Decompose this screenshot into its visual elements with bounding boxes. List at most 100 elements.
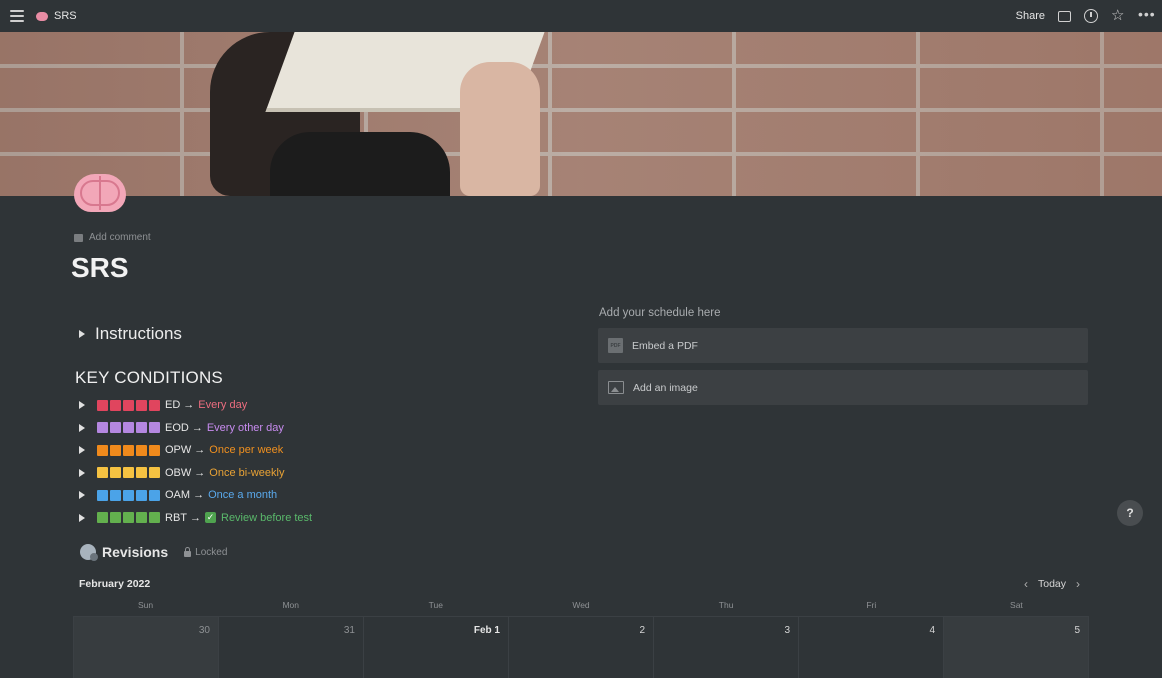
condition-item[interactable]: ED → Every day (79, 394, 312, 417)
condition-code: OBW (165, 466, 192, 479)
more-icon[interactable]: ••• (1138, 7, 1155, 23)
condition-description: Once bi-weekly (209, 466, 285, 479)
toggle-arrow-icon[interactable] (79, 446, 85, 455)
condition-code: OPW (165, 444, 192, 457)
toggle-arrow-icon[interactable] (79, 423, 85, 432)
arrow-right-icon: → (194, 444, 206, 457)
weekday-label: Wed (572, 600, 590, 610)
embed-pdf-label: Embed a PDF (632, 339, 698, 352)
add-comment-button[interactable]: Add comment (74, 232, 151, 243)
condition-code: OAM (165, 489, 191, 502)
schedule-label: Add your schedule here (599, 307, 721, 319)
color-square (123, 467, 134, 479)
calendar-day-cell[interactable]: 31 (219, 617, 364, 678)
calendar-date: 5 (1074, 625, 1080, 636)
help-button[interactable]: ? (1117, 500, 1143, 526)
today-button[interactable]: Today (1038, 578, 1066, 590)
arrow-right-icon: → (190, 511, 201, 524)
cover-image[interactable] (0, 32, 1162, 196)
color-square (136, 444, 147, 456)
condition-item[interactable]: OPW → Once per week (79, 439, 312, 462)
calendar-date: 4 (929, 625, 935, 636)
toggle-arrow-icon[interactable] (79, 401, 85, 410)
weekday-label: Mon (282, 600, 299, 610)
weekday-label: Thu (718, 600, 734, 610)
revisions-title[interactable]: Revisions (102, 544, 168, 560)
toggle-arrow-icon[interactable] (79, 330, 85, 338)
color-squares (97, 467, 160, 479)
color-square (110, 444, 121, 456)
toggle-arrow-icon[interactable] (79, 513, 85, 522)
condition-description: Once a month (208, 489, 278, 502)
chevron-left-icon[interactable]: ‹ (1024, 577, 1028, 591)
calendar-day-cell[interactable]: Feb 1 (364, 617, 509, 678)
revisions-header: Revisions Locked (80, 544, 227, 561)
condition-item[interactable]: RBT → ✓ Review before test (79, 507, 312, 530)
color-square (149, 467, 160, 479)
comment-icon (74, 233, 83, 242)
clock-icon[interactable] (1084, 9, 1098, 23)
key-conditions-list: ED → Every day EOD → Every other day OPW → Once … (79, 394, 312, 529)
comment-icon[interactable] (1058, 10, 1071, 22)
calendar-day-cell[interactable]: 3 (654, 617, 799, 678)
color-square (110, 489, 121, 501)
color-square (149, 444, 160, 456)
locked-badge[interactable]: Locked (184, 546, 227, 558)
weekday-label: Sat (1010, 600, 1023, 610)
embed-pdf-block[interactable]: PDF Embed a PDF (598, 328, 1088, 363)
color-square (97, 399, 108, 411)
brain-icon[interactable] (72, 170, 128, 216)
condition-description: Every day (198, 399, 248, 412)
color-squares (97, 399, 160, 411)
search-icon (80, 544, 98, 561)
share-button[interactable]: Share (1016, 10, 1045, 22)
condition-code: RBT (165, 511, 187, 524)
add-image-label: Add an image (633, 381, 698, 394)
calendar-nav: ‹ Today › (1024, 577, 1080, 591)
page-title[interactable]: SRS (71, 252, 129, 284)
condition-description: Review before test (221, 511, 313, 524)
calendar-day-cell[interactable]: 4 (799, 617, 944, 678)
color-square (136, 489, 147, 501)
brain-icon (36, 11, 48, 21)
calendar-date: 2 (639, 625, 645, 636)
color-square (110, 467, 121, 479)
calendar-day-cell[interactable]: 5 (944, 617, 1089, 678)
color-square (149, 512, 160, 524)
color-square (110, 512, 121, 524)
top-bar: SRS Share ☆ ••• (0, 0, 1162, 32)
color-square (97, 467, 108, 479)
arrow-right-icon: → (191, 421, 203, 434)
color-squares (97, 422, 160, 434)
breadcrumb-title[interactable]: SRS (54, 10, 77, 22)
star-icon[interactable]: ☆ (1111, 8, 1125, 23)
add-image-block[interactable]: Add an image (598, 370, 1088, 405)
calendar-grid: 30 31 Feb 1 2 3 4 5 (73, 616, 1089, 678)
condition-item[interactable]: OBW → Once bi-weekly (79, 462, 312, 485)
color-square (136, 399, 147, 411)
calendar-month: February 2022 (79, 578, 151, 590)
color-squares (97, 512, 160, 524)
toggle-arrow-icon[interactable] (79, 491, 85, 500)
arrow-right-icon: → (183, 399, 195, 412)
checkbox-icon: ✓ (205, 512, 216, 524)
calendar-date: 31 (343, 625, 355, 636)
key-conditions-heading: KEY CONDITIONS (75, 368, 223, 387)
instructions-toggle[interactable]: Instructions (79, 324, 182, 344)
color-square (123, 512, 134, 524)
calendar-day-cell[interactable]: 2 (509, 617, 654, 678)
condition-item[interactable]: OAM → Once a month (79, 484, 312, 507)
color-square (149, 422, 160, 434)
weekday-label: Fri (866, 600, 877, 610)
condition-code: EOD (165, 421, 189, 434)
chevron-right-icon[interactable]: › (1076, 577, 1080, 591)
color-square (97, 489, 108, 501)
calendar-day-cell[interactable]: 30 (73, 617, 219, 678)
color-squares (97, 444, 160, 456)
image-icon (608, 381, 624, 394)
arrow-right-icon: → (193, 489, 205, 502)
menu-icon[interactable] (10, 10, 24, 22)
condition-item[interactable]: EOD → Every other day (79, 417, 312, 440)
toggle-arrow-icon[interactable] (79, 468, 85, 477)
color-square (123, 399, 134, 411)
